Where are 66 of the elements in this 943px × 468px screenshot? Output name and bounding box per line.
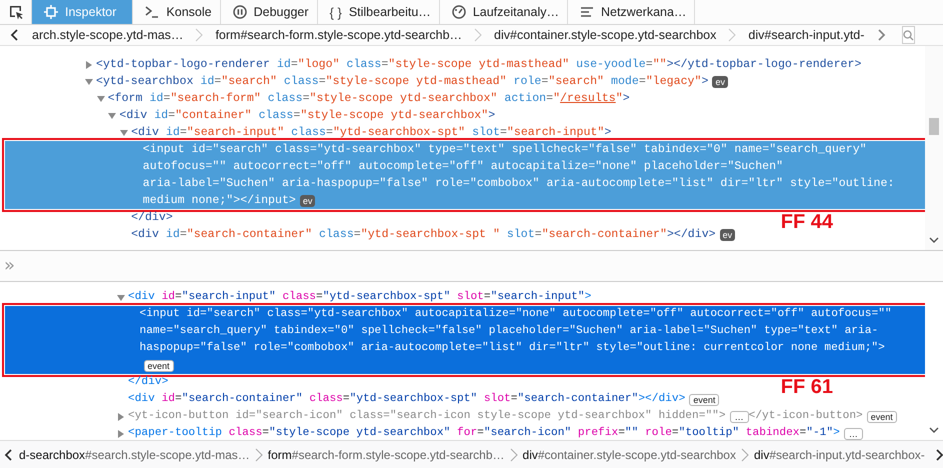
breadcrumb[interactable]: form#search-form.style-scope.ytd-searchb… — [211, 28, 466, 42]
breadcrumb[interactable]: arch.style-scope.ytd-mas… — [28, 28, 188, 42]
markup-text: aria-label="Suchen" aria-haspopup="false" role="combobox" aria-autocomplete="list" dir="ltr" style="outline: — [142, 176, 894, 192]
braces-icon: { } — [330, 4, 342, 20]
inspector-icon — [44, 5, 58, 19]
chevron-icon — [474, 28, 482, 42]
scrollbar-thumb[interactable] — [929, 118, 939, 135]
markup-text: <div id="container" class="style-scope ytd-searchbox"> — [119, 108, 496, 124]
markup-text: name="search_query" tabindex="0" spellcheck="false" placeholder="Suchen" aria-label="Suchen" type="text" aria- — [140, 324, 878, 339]
expanded-arrow-icon[interactable] — [120, 128, 128, 136]
expanded-arrow-icon[interactable] — [117, 294, 125, 302]
markup-text: </yt-icon-button> — [748, 408, 863, 424]
event-badge[interactable]: event — [866, 410, 897, 422]
annotation-label: FF 61 — [780, 376, 833, 399]
pause-icon — [232, 5, 247, 19]
ellipsis-button[interactable]: … — [730, 410, 749, 422]
breadcrumb[interactable]: div#search-input.ytd- — [744, 28, 868, 42]
chevron-icon — [510, 448, 518, 462]
tab[interactable]: Konsole — [133, 0, 221, 24]
prompt-icon — [145, 5, 160, 19]
tab[interactable]: Netzwerkana… — [568, 0, 696, 24]
breadcrumb[interactable]: div#container.style-scope.ytd-searchbox — [522, 448, 737, 462]
markup-text: <input id="search" class="ytd-searchbox" type="text" spellcheck="false" tabindex="0" name="search_query" — [142, 142, 867, 158]
markup-text: <paper-tooltip class="style-scope ytd-searchbox" for="search-icon" prefix="" role="tooltip" tabindex="-1"> — [128, 426, 840, 440]
markup-text: <ytd-topbar-logo-renderer id="logo" class="style-scope ytd-masthead" use-yoodle=""></ytd-topbar-logo-renderer> — [96, 57, 862, 73]
markup-text: <ytd-searchbox id="search" class="style-scope ytd-masthead" role="search" mode="legacy"> — [96, 74, 708, 90]
expanded-arrow-icon[interactable] — [85, 78, 93, 86]
search-field[interactable] — [902, 26, 916, 44]
markup-text: <form id="search-form" class="style-scope ytd-searchbox" action="/results"> — [108, 91, 630, 107]
breadcrumb[interactable]: div#container.style-scope.ytd-searchbox — [490, 28, 720, 42]
markup-text: autofocus="" autocorrect="off" autocomplete="off" autocapitalize="none" placeholder="Suchen" — [142, 159, 784, 175]
breadcrumb[interactable]: form#search-form.style-scope.ytd-searchb… — [266, 448, 506, 462]
markup-text: <yt-icon-button id="search-icon" class="search-icon style-scope ytd-searchbox" hidden=""> — [128, 408, 726, 424]
markup-text: <input id="search" class="ytd-searchbox" autocapitalize="none" autocomplete="off" autocorrect="off" autofocus="" — [140, 306, 892, 322]
breadcrumb[interactable]: d-searchbox#search.style-scope.ytd-mas… — [18, 448, 251, 462]
collapsed-arrow-icon[interactable] — [117, 412, 125, 420]
markup-text: </div> — [131, 210, 173, 226]
markup-text: </div> — [128, 374, 168, 390]
expanded-arrow-icon[interactable] — [96, 94, 105, 102]
event-badge[interactable]: event — [144, 360, 174, 372]
chevron-icon — [254, 448, 263, 462]
tab[interactable]: { } Stilbearbeitu… — [318, 0, 440, 24]
tab[interactable]: Laufzeitanaly… — [440, 0, 568, 24]
ev-badge[interactable]: ev — [720, 228, 736, 240]
scrollbar[interactable] — [925, 46, 943, 250]
collapsed-arrow-icon[interactable] — [117, 430, 125, 438]
markup-text: <div id="search-input" class="ytd-searchbox-spt" slot="search-input"> — [128, 290, 592, 305]
ev-badge[interactable]: ev — [712, 76, 728, 88]
collapsed-arrow-icon[interactable] — [85, 60, 93, 68]
breadcrumb[interactable]: div#search-input.ytd-searchbox- — [752, 448, 926, 462]
tab[interactable]: Debugger — [220, 0, 318, 24]
chevron-icon — [740, 448, 749, 462]
annotation-label: FF 44 — [780, 211, 833, 234]
ellipsis-button[interactable]: … — [844, 428, 863, 440]
ev-badge[interactable]: ev — [300, 194, 316, 206]
event-badge[interactable]: event — [689, 394, 720, 406]
expanded-arrow-icon[interactable] — [108, 112, 116, 120]
markup-text: haspopup="false" role="combobox" aria-autocomplete="list" dir="ltr" style="outline: currentcolor none medium;"> — [140, 340, 885, 356]
gauge-icon — [452, 5, 466, 19]
markup-text: medium none;"></input> — [142, 193, 296, 209]
markup-text: <div id="search-container" class="ytd-searchbox-spt " slot="search-container"></div> — [131, 227, 716, 243]
markup-text: <div id="search-input" class="ytd-searchbox-spt" slot="search-input"> — [131, 125, 612, 141]
markup-text: <div id="search-container" class="ytd-searchbox-spt" slot="search-container"></div> — [128, 392, 686, 407]
list-icon — [580, 5, 594, 19]
chevron-icon — [728, 28, 736, 42]
chevron-icon — [195, 28, 204, 42]
